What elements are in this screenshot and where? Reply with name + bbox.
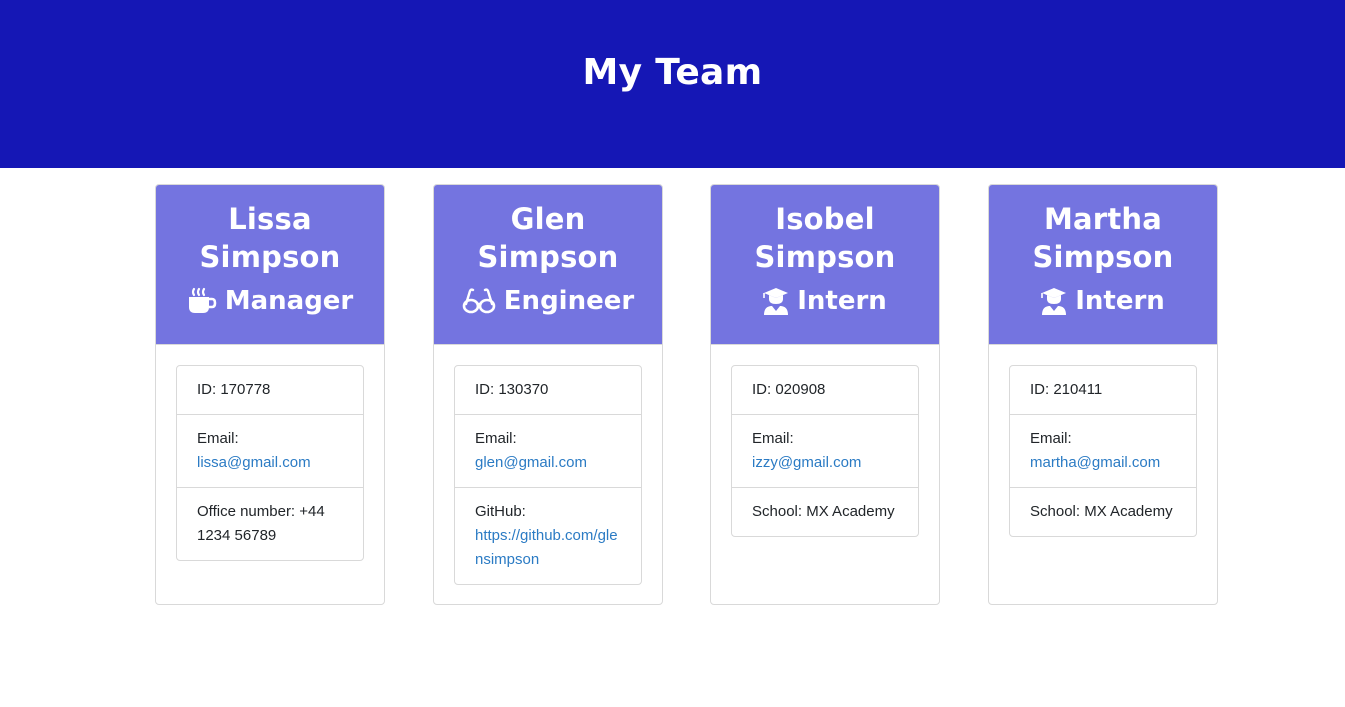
employee-name: Lissa Simpson <box>156 185 384 276</box>
id-item: ID: 020908 <box>732 366 918 415</box>
email-label: Email: <box>197 430 239 447</box>
email-label: Email: <box>752 430 794 447</box>
employee-name: Isobel Simpson <box>711 185 939 276</box>
coffee-icon <box>187 287 217 315</box>
role-label: Manager <box>224 286 354 316</box>
school-label: School: <box>752 503 803 520</box>
employee-last-name: Simpson <box>199 240 341 274</box>
employee-name: Martha Simpson <box>989 185 1217 276</box>
employee-card: Isobel Simpson Intern ID: 020908 Email: … <box>710 184 940 605</box>
school-item: School: MX Academy <box>1010 488 1196 536</box>
card-header: Lissa Simpson Manager <box>156 185 384 345</box>
employee-role: Intern <box>711 284 939 318</box>
details-list: ID: 020908 Email: izzy@gmail.com School:… <box>731 365 919 537</box>
email-item: Email: lissa@gmail.com <box>177 415 363 488</box>
glasses-icon <box>462 288 496 314</box>
employee-role: Intern <box>989 284 1217 318</box>
employee-last-name: Simpson <box>477 240 619 274</box>
employee-role: Engineer <box>434 284 662 318</box>
details-list: ID: 130370 Email: glen@gmail.com GitHub:… <box>454 365 642 585</box>
page-header: My Team <box>0 0 1345 168</box>
employee-first-name: Lissa <box>228 202 312 236</box>
details-list: ID: 210411 Email: martha@gmail.com Schoo… <box>1009 365 1197 537</box>
employee-first-name: Martha <box>1043 202 1162 236</box>
graduate-icon <box>1041 287 1067 315</box>
office-number-label: Office number: <box>197 503 296 520</box>
employee-card: Martha Simpson Intern ID: 210411 Email: … <box>988 184 1218 605</box>
employee-first-name: Glen <box>510 202 586 236</box>
id-item: ID: 130370 <box>455 366 641 415</box>
details-list: ID: 170778 Email: lissa@gmail.com Office… <box>176 365 364 561</box>
employee-role: Manager <box>156 284 384 318</box>
card-header: Martha Simpson Intern <box>989 185 1217 345</box>
email-label: Email: <box>475 430 517 447</box>
email-item: Email: izzy@gmail.com <box>732 415 918 488</box>
role-label: Intern <box>1075 286 1165 316</box>
employee-last-name: Simpson <box>754 240 896 274</box>
role-label: Intern <box>797 286 887 316</box>
graduate-icon <box>763 287 789 315</box>
email-item: Email: martha@gmail.com <box>1010 415 1196 488</box>
school-value: MX Academy <box>806 503 895 520</box>
card-header: Isobel Simpson Intern <box>711 185 939 345</box>
github-link[interactable]: https://github.com/glensimpson <box>475 527 618 568</box>
school-label: School: <box>1030 503 1081 520</box>
email-link[interactable]: martha@gmail.com <box>1030 454 1160 471</box>
email-link[interactable]: glen@gmail.com <box>475 454 587 471</box>
email-item: Email: glen@gmail.com <box>455 415 641 488</box>
role-label: Engineer <box>503 286 635 316</box>
email-link[interactable]: lissa@gmail.com <box>197 454 311 471</box>
card-header: Glen Simpson Engineer <box>434 185 662 345</box>
employee-card: Lissa Simpson Manager ID: 170778 Email: … <box>155 184 385 605</box>
school-value: MX Academy <box>1084 503 1173 520</box>
page-title: My Team <box>582 52 763 93</box>
employee-card: Glen Simpson Engineer ID: 130370 Email: … <box>433 184 663 605</box>
employee-first-name: Isobel <box>775 202 875 236</box>
office-number-item: Office number: +44 1234 56789 <box>177 488 363 560</box>
email-label: Email: <box>1030 430 1072 447</box>
school-item: School: MX Academy <box>732 488 918 536</box>
github-label: GitHub: <box>475 503 526 520</box>
employee-name: Glen Simpson <box>434 185 662 276</box>
id-item: ID: 170778 <box>177 366 363 415</box>
github-item: GitHub: https://github.com/glensimpson <box>455 488 641 584</box>
id-item: ID: 210411 <box>1010 366 1196 415</box>
employee-last-name: Simpson <box>1032 240 1174 274</box>
email-link[interactable]: izzy@gmail.com <box>752 454 861 471</box>
